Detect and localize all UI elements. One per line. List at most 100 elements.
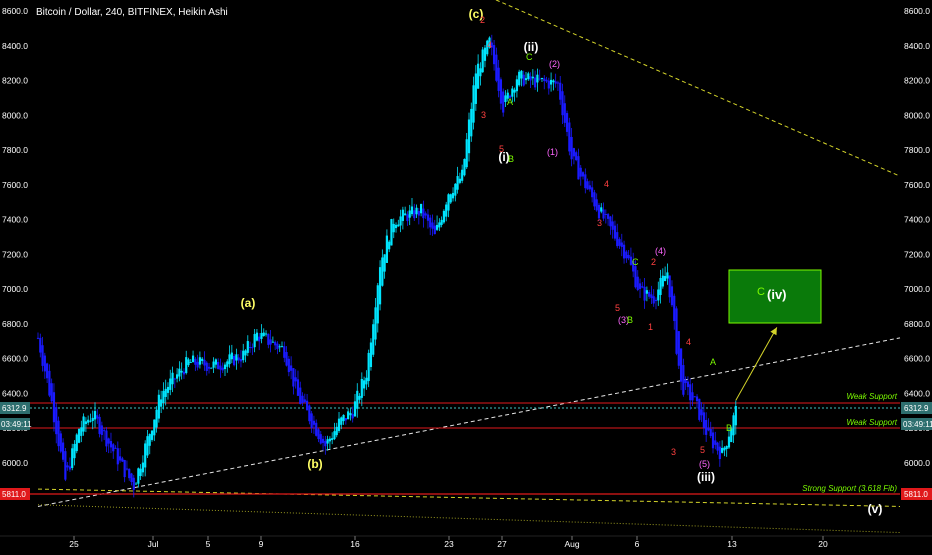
candle-body: [591, 187, 594, 198]
candle-body: [198, 357, 202, 365]
wave-minor-c-b: C: [632, 257, 639, 267]
y-tick-left: 7400.0: [2, 215, 28, 225]
price-chart[interactable]: 8600.0 8400.0 8200.0 8000.0 7800.0 7600.0 7400…: [0, 0, 932, 550]
wave-label-v: (v): [868, 502, 883, 516]
candle-body: [48, 370, 51, 396]
candle-body: [648, 291, 651, 297]
candle-body: [410, 206, 414, 215]
candle-body: [540, 78, 544, 80]
y-tick-right: 7400.0: [904, 215, 930, 225]
candle-body: [700, 409, 703, 416]
candle-body: [698, 398, 701, 420]
candle-body: [166, 386, 170, 393]
candle-body: [424, 213, 427, 216]
candle-body: [310, 413, 313, 429]
y-tick-left: 6600.0: [2, 354, 28, 364]
y-tick-right: 8000.0: [904, 110, 930, 120]
candle-body: [686, 381, 690, 388]
candle-body: [258, 336, 261, 342]
candle-body: [520, 70, 523, 79]
candle-body: [613, 225, 617, 239]
candle-body: [622, 244, 626, 259]
candle-body: [50, 383, 53, 402]
candle-body: [529, 76, 532, 81]
candle-body: [80, 427, 83, 436]
candle-body: [319, 434, 322, 444]
candle-body: [77, 429, 81, 443]
candle-body: [426, 214, 430, 221]
current-price-badge-text: 6312.9: [904, 404, 929, 413]
candle-body: [572, 148, 575, 157]
candle-body: [169, 378, 172, 390]
candle-body: [57, 420, 60, 447]
candle-body: [41, 345, 44, 366]
candle-body: [278, 346, 281, 348]
candle-body: [440, 219, 443, 225]
candle-body: [180, 370, 183, 373]
candle-body: [707, 427, 710, 431]
candle-body: [609, 216, 612, 227]
candle-body: [581, 172, 585, 177]
candle-body: [157, 394, 160, 419]
candle-body: [207, 366, 211, 369]
candle-body: [607, 214, 610, 219]
candle-body: [372, 324, 375, 355]
wave-minor-4-paren: (4): [655, 246, 666, 256]
candle-body: [335, 426, 338, 436]
candle-body: [171, 372, 174, 385]
y-tick-right: 7600.0: [904, 180, 930, 190]
candle-body: [137, 468, 140, 484]
candle-body: [390, 219, 393, 246]
y-tick-left: 8400.0: [2, 41, 28, 51]
x-tick-label: Jul: [148, 539, 159, 549]
candle-body: [467, 119, 471, 154]
candle-body: [549, 79, 553, 85]
candle-body: [294, 377, 297, 382]
candle-body: [100, 425, 103, 436]
candle-body: [477, 63, 480, 89]
candle-body: [481, 49, 484, 73]
candle-body: [349, 412, 352, 416]
countdown-badge: 03:49:11: [901, 418, 932, 430]
candle-body: [565, 113, 569, 132]
wave-label-b: (b): [307, 457, 322, 471]
wave-minor-a: A: [507, 97, 513, 107]
candle-body: [205, 362, 208, 371]
candle-body: [691, 392, 694, 401]
candle-body: [87, 419, 90, 423]
candle-body: [347, 411, 350, 420]
candle-body: [203, 359, 206, 366]
y-tick-left: 6800.0: [2, 319, 28, 329]
candle-body: [55, 407, 58, 435]
candle-body: [497, 67, 500, 91]
candle-body: [333, 431, 336, 440]
candle-body: [116, 448, 119, 465]
y-tick-left: 7600.0: [2, 180, 28, 190]
countdown-badge-text: 03:49:11: [903, 420, 932, 429]
candle-body: [456, 176, 459, 190]
candle-body: [237, 357, 240, 361]
candle-body: [360, 378, 363, 398]
candle-body: [201, 358, 204, 361]
candle-body: [144, 443, 147, 468]
candle-body: [447, 194, 450, 211]
y-tick-left: 7200.0: [2, 249, 28, 259]
weak-support-label-upper: Weak Support: [846, 392, 897, 401]
candle-body: [474, 73, 477, 104]
y-tick-left: 8600.0: [2, 6, 28, 16]
candle-body: [383, 254, 386, 272]
candle-body: [522, 74, 525, 86]
candle-body: [709, 428, 712, 437]
countdown-badge-left-text: 03:49:11: [1, 420, 32, 429]
candle-body: [246, 341, 249, 353]
candle-body: [650, 294, 653, 299]
candle-body: [527, 73, 530, 80]
chart-stage[interactable]: 8600.0 8400.0 8200.0 8000.0 7800.0 7600.0 7400…: [0, 0, 932, 550]
candle-body: [312, 420, 316, 425]
candle-body: [274, 341, 277, 346]
candle-body: [602, 209, 605, 219]
candle-body: [388, 241, 391, 250]
candle-body: [561, 91, 564, 116]
candle-body: [59, 433, 62, 452]
candle-body: [538, 78, 541, 80]
